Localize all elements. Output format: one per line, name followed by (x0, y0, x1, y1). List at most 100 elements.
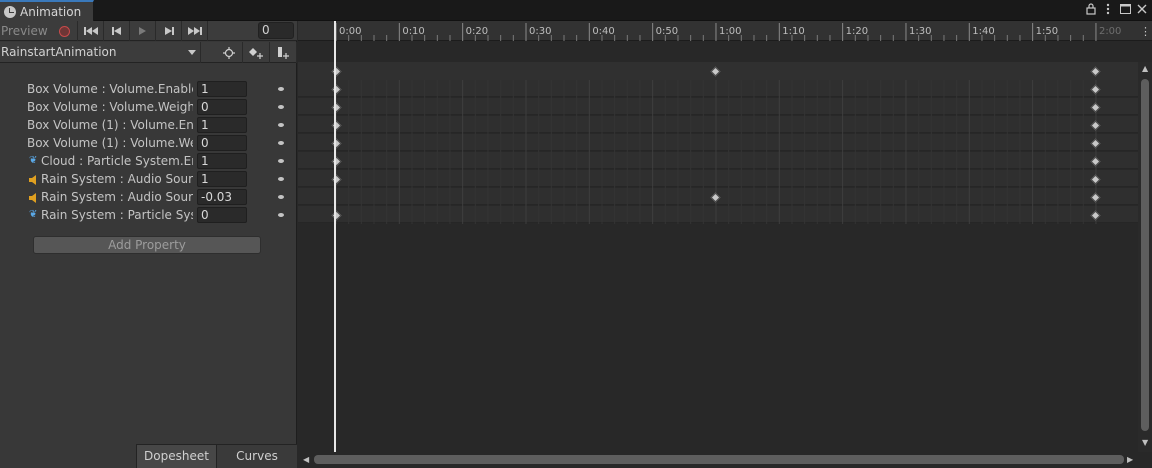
property-row[interactable]: ❦Rain System : Particle System.Emission 0 (0, 206, 297, 224)
tab-curves[interactable]: Curves (216, 444, 297, 468)
first-key-icon (83, 27, 98, 35)
first-key-button[interactable] (78, 21, 104, 41)
particle-system-icon: ❦ (29, 155, 38, 166)
property-options-icon[interactable] (278, 123, 284, 127)
property-label: Rain System : Audio Source.Volume (41, 190, 193, 204)
property-value-field[interactable]: 0 (197, 135, 247, 151)
keyframe-row[interactable] (298, 170, 1138, 187)
scroll-up-icon[interactable]: ▲ (1142, 65, 1148, 73)
kebab-menu-icon[interactable]: ⋮ (1140, 25, 1151, 38)
tab-dopesheet[interactable]: Dopesheet (136, 444, 216, 468)
playback-toolbar: Preview 0 (0, 21, 297, 41)
property-value-field[interactable]: 1 (197, 171, 247, 187)
playhead[interactable] (334, 21, 336, 452)
property-options-icon[interactable] (278, 141, 284, 145)
property-row[interactable]: Box Volume (1) : Volume.Weight 0 (0, 134, 297, 152)
property-label: Box Volume (1) : Volume.Enabled (27, 118, 193, 132)
property-options-icon[interactable] (278, 159, 284, 163)
tick-label: 1:50 (1036, 26, 1058, 37)
filter-by-selection-icon (223, 46, 235, 59)
scroll-right-icon[interactable]: ▶ (1127, 456, 1133, 464)
add-event-icon (278, 46, 289, 59)
property-label: Rain System : Audio Source.Enabled (41, 172, 193, 186)
tick-label: 0:20 (466, 26, 488, 37)
property-value-field[interactable]: 1 (197, 117, 247, 133)
tab-animation[interactable]: Animation (0, 0, 94, 21)
property-panel: Preview 0 RainstartAnimation Box Volume … (0, 21, 297, 468)
window-tab-bar: Animation (0, 0, 1152, 21)
tab-title: Animation (20, 5, 82, 19)
view-mode-tabs: Dopesheet Curves (0, 444, 297, 468)
property-row[interactable]: Rain System : Audio Source.Volume -0.03 (0, 188, 297, 206)
property-options-icon[interactable] (278, 213, 284, 217)
tick-label: 1:40 (972, 26, 994, 37)
tick-label: 0:40 (592, 26, 614, 37)
lock-icon[interactable] (1084, 3, 1098, 18)
play-button[interactable] (130, 21, 156, 41)
close-icon[interactable] (1135, 3, 1149, 17)
dopesheet-timeline[interactable]: 0:00 0:10 0:20 0:30 0:40 0:50 1:00 1:10 1:20 1:30… (298, 21, 1152, 468)
property-row[interactable]: ❦Cloud : Particle System.Emission 1 (0, 152, 297, 170)
record-button[interactable] (52, 21, 78, 41)
add-property-button[interactable]: Add Property (33, 236, 261, 254)
property-value-field[interactable]: 1 (197, 81, 247, 97)
keyframe-row[interactable] (298, 98, 1138, 115)
scroll-left-icon[interactable]: ◀ (303, 456, 309, 464)
clip-selector[interactable]: RainstartAnimation (0, 42, 201, 63)
keyframe-row[interactable] (298, 152, 1138, 169)
play-icon (139, 27, 146, 35)
record-icon (59, 25, 70, 37)
tick-label: 1:00 (719, 26, 741, 37)
tick-label: 0:30 (529, 26, 551, 37)
keyframe-row[interactable] (298, 80, 1138, 97)
tick-label: 2:00 (1099, 26, 1121, 37)
property-options-icon[interactable] (278, 105, 284, 109)
property-options-icon[interactable] (278, 195, 284, 199)
property-options-icon[interactable] (278, 87, 284, 91)
property-row[interactable]: Box Volume : Volume.Weight 0 (0, 98, 297, 116)
particle-system-icon: ❦ (29, 209, 38, 220)
scroll-down-icon[interactable]: ▼ (1142, 439, 1148, 447)
current-frame-field[interactable]: 0 (258, 22, 294, 39)
property-value-field[interactable]: 0 (197, 207, 247, 223)
keyframe-rows (298, 80, 1138, 224)
property-value-field[interactable]: 1 (197, 153, 247, 169)
next-key-button[interactable] (156, 21, 182, 41)
clock-icon (4, 6, 16, 18)
property-label: Box Volume (1) : Volume.Weight (27, 136, 193, 150)
audio-source-icon (29, 192, 39, 203)
property-label: Rain System : Particle System.Emission (41, 208, 193, 222)
audio-source-icon (29, 174, 39, 185)
keyframe-row[interactable] (298, 134, 1138, 151)
tick-label: 0:00 (339, 26, 361, 37)
horizontal-scroll-thumb[interactable] (314, 455, 1124, 464)
keyframe-row[interactable] (298, 116, 1138, 133)
property-row[interactable]: Rain System : Audio Source.Enabled 1 (0, 170, 297, 188)
chevron-down-icon (188, 50, 196, 55)
add-keyframe-button[interactable] (243, 42, 270, 63)
filter-by-selection-button[interactable] (216, 42, 243, 63)
property-label: Box Volume : Volume.Enabled (27, 82, 193, 96)
property-row[interactable]: Box Volume : Volume.Enabled 1 (0, 80, 297, 98)
prev-key-button[interactable] (104, 21, 130, 41)
last-key-button[interactable] (182, 21, 208, 41)
add-event-button[interactable] (270, 42, 297, 63)
property-value-field[interactable]: 0 (197, 99, 247, 115)
prev-key-icon (111, 27, 121, 35)
property-label: Box Volume : Volume.Weight (27, 100, 193, 114)
preview-toggle[interactable]: Preview (0, 21, 52, 41)
ruler-ticks: 0:00 0:10 0:20 0:30 0:40 0:50 1:00 1:10 1:20 1:30… (335, 23, 1121, 41)
tick-label: 0:50 (656, 26, 678, 37)
kebab-menu-icon[interactable] (1101, 3, 1115, 18)
tick-label: 1:20 (846, 26, 868, 37)
property-options-icon[interactable] (278, 177, 284, 181)
time-ruler[interactable]: 0:00 0:10 0:20 0:30 0:40 0:50 1:00 1:10 1:20 1:30… (298, 21, 1152, 41)
keyframe-row[interactable] (298, 206, 1138, 223)
clip-bar: RainstartAnimation (0, 42, 297, 63)
tick-label: 0:10 (402, 26, 424, 37)
property-row[interactable]: Box Volume (1) : Volume.Enabled 1 (0, 116, 297, 134)
property-value-field[interactable]: -0.03 (197, 189, 247, 205)
tick-label: 1:10 (782, 26, 804, 37)
maximize-icon[interactable] (1118, 3, 1132, 17)
vertical-scroll-thumb[interactable] (1141, 79, 1149, 431)
